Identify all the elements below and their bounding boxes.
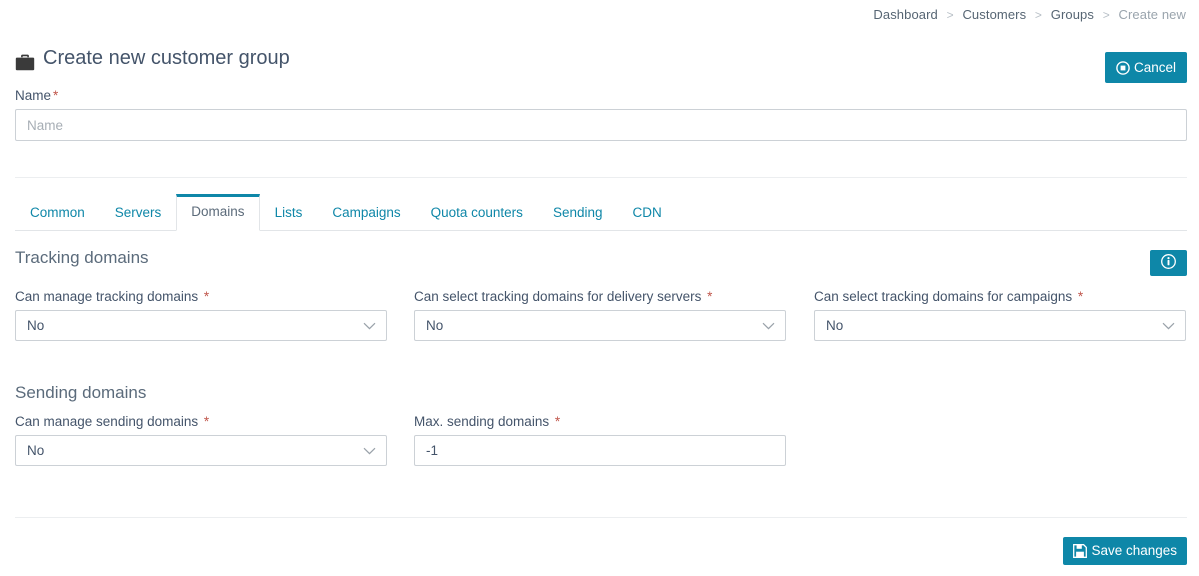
tab-cdn[interactable]: CDN	[617, 195, 676, 231]
briefcase-icon	[15, 51, 35, 68]
page-title: Create new customer group	[15, 44, 290, 72]
breadcrumb-item-groups[interactable]: Groups	[1051, 7, 1094, 22]
field-label: Can select tracking domains for delivery…	[414, 289, 786, 304]
tab-domains[interactable]: Domains	[176, 194, 259, 231]
can-manage-tracking-domains-select[interactable]: No	[15, 310, 387, 341]
breadcrumb-item-create-new: Create new	[1119, 7, 1186, 22]
breadcrumb-separator: >	[1103, 8, 1110, 22]
required-marker: *	[707, 289, 712, 304]
field-label-text: Max. sending domains	[414, 414, 549, 429]
select-wrapper: No	[15, 435, 387, 466]
name-field-label-text: Name	[15, 88, 51, 103]
max-sending-domains-input[interactable]	[414, 435, 786, 466]
save-changes-button[interactable]: Save changes	[1063, 537, 1187, 565]
breadcrumb-item-dashboard[interactable]: Dashboard	[873, 7, 938, 22]
tab-servers[interactable]: Servers	[100, 195, 177, 231]
field-can-manage-tracking-domains: Can manage tracking domains * No	[15, 289, 387, 341]
tab-bar: Common Servers Domains Lists Campaigns Q…	[15, 196, 1187, 231]
field-label-text: Can manage sending domains	[15, 414, 198, 429]
create-customer-group-page: Dashboard > Customers > Groups > Create …	[0, 0, 1199, 576]
sending-domains-heading: Sending domains	[15, 383, 146, 403]
breadcrumb-separator: >	[947, 8, 954, 22]
cancel-button-label: Cancel	[1134, 61, 1176, 75]
field-can-select-tracking-domains-campaigns: Can select tracking domains for campaign…	[814, 289, 1186, 341]
select-wrapper: No	[414, 310, 786, 341]
field-max-sending-domains: Max. sending domains *	[414, 414, 786, 466]
name-field-block: Name*	[15, 88, 1187, 141]
info-button[interactable]	[1150, 250, 1187, 276]
breadcrumb-separator: >	[1035, 8, 1042, 22]
can-select-tracking-domains-delivery-servers-select[interactable]: No	[414, 310, 786, 341]
ban-circle-icon	[1116, 61, 1130, 75]
breadcrumb-item-customers[interactable]: Customers	[962, 7, 1026, 22]
tab-sending[interactable]: Sending	[538, 195, 618, 231]
name-field-label: Name*	[15, 88, 1187, 103]
required-marker: *	[53, 88, 58, 103]
can-manage-sending-domains-select[interactable]: No	[15, 435, 387, 466]
cancel-button[interactable]: Cancel	[1105, 52, 1187, 83]
floppy-save-icon	[1073, 544, 1087, 558]
required-marker: *	[555, 414, 560, 429]
info-circle-icon	[1161, 254, 1176, 272]
required-marker: *	[204, 289, 209, 304]
required-marker: *	[1078, 289, 1083, 304]
field-label: Can manage tracking domains *	[15, 289, 387, 304]
tab-quota-counters[interactable]: Quota counters	[416, 195, 538, 231]
field-label-text: Can manage tracking domains	[15, 289, 198, 304]
footer-divider	[15, 517, 1187, 518]
required-marker: *	[204, 414, 209, 429]
field-label: Max. sending domains *	[414, 414, 786, 429]
field-can-manage-sending-domains: Can manage sending domains * No	[15, 414, 387, 466]
field-label: Can manage sending domains *	[15, 414, 387, 429]
page-header: Create new customer group Cancel	[0, 44, 1199, 86]
header-divider	[15, 177, 1187, 178]
tab-common[interactable]: Common	[15, 195, 100, 231]
select-wrapper: No	[814, 310, 1186, 341]
select-wrapper: No	[15, 310, 387, 341]
tracking-domains-heading: Tracking domains	[15, 248, 149, 268]
field-label: Can select tracking domains for campaign…	[814, 289, 1186, 304]
can-select-tracking-domains-campaigns-select[interactable]: No	[814, 310, 1186, 341]
save-changes-button-label: Save changes	[1091, 544, 1177, 558]
tab-lists[interactable]: Lists	[260, 195, 318, 231]
field-can-select-tracking-domains-delivery-servers: Can select tracking domains for delivery…	[414, 289, 786, 341]
field-label-text: Can select tracking domains for delivery…	[414, 289, 701, 304]
tab-campaigns[interactable]: Campaigns	[317, 195, 415, 231]
field-label-text: Can select tracking domains for campaign…	[814, 289, 1072, 304]
page-title-text: Create new customer group	[43, 44, 290, 72]
name-input[interactable]	[15, 109, 1187, 141]
breadcrumb: Dashboard > Customers > Groups > Create …	[873, 7, 1186, 22]
